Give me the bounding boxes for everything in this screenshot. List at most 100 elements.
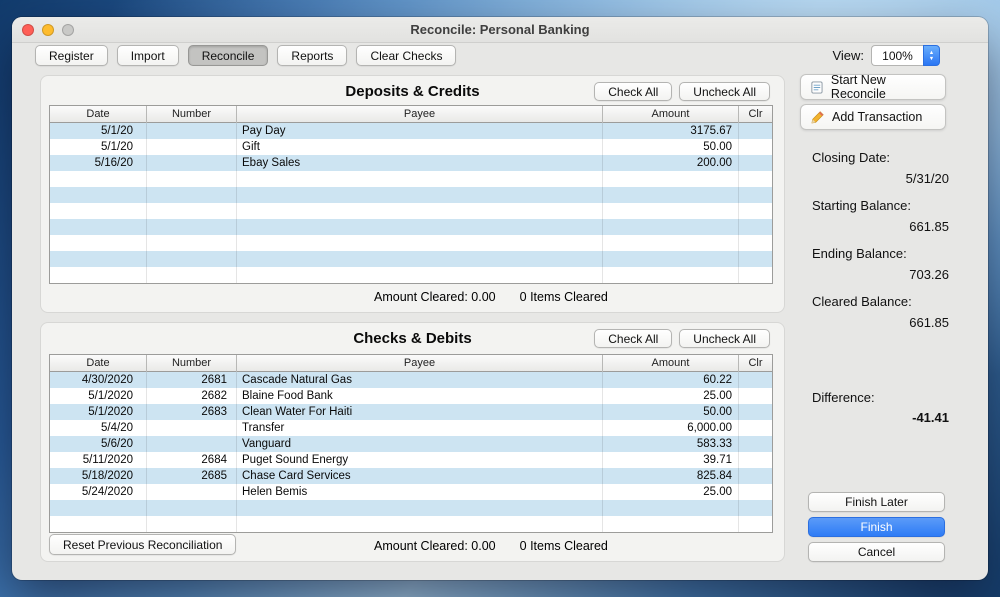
cell-payee: Chase Card Services xyxy=(237,468,603,484)
checks-check-all-button[interactable]: Check All xyxy=(594,329,672,348)
clr-checkbox-cell[interactable] xyxy=(739,484,772,500)
cell-date: 5/1/20 xyxy=(50,139,147,155)
deposits-table: DateNumberPayeeAmountClr 5/1/20Pay Day31… xyxy=(49,105,773,284)
cell-date xyxy=(50,219,147,235)
table-row[interactable]: 5/1/20202682Blaine Food Bank25.00 xyxy=(50,388,772,404)
finish-later-button[interactable]: Finish Later xyxy=(808,492,945,512)
cell-number xyxy=(147,123,237,139)
column-header[interactable]: Number xyxy=(147,106,237,123)
cancel-button[interactable]: Cancel xyxy=(808,542,945,562)
table-row[interactable] xyxy=(50,516,772,532)
table-row[interactable]: 5/1/20Pay Day3175.67 xyxy=(50,123,772,139)
table-row[interactable]: 5/24/2020Helen Bemis25.00 xyxy=(50,484,772,500)
cell-payee: Gift xyxy=(237,139,603,155)
title-bar[interactable]: Reconcile: Personal Banking xyxy=(12,17,988,43)
clr-checkbox-cell[interactable] xyxy=(739,251,772,267)
table-row[interactable] xyxy=(50,251,772,267)
cell-payee: Ebay Sales xyxy=(237,155,603,171)
closing-date-value: 5/31/20 xyxy=(812,171,949,186)
register-button[interactable]: Register xyxy=(35,45,108,66)
column-header[interactable]: Clr xyxy=(739,355,772,372)
cell-amount xyxy=(603,267,739,283)
cell-number xyxy=(147,235,237,251)
clr-checkbox-cell[interactable] xyxy=(739,267,772,283)
column-header[interactable]: Date xyxy=(50,355,147,372)
clr-checkbox-cell[interactable] xyxy=(739,452,772,468)
cell-date xyxy=(50,203,147,219)
deposits-check-all-button[interactable]: Check All xyxy=(594,82,672,101)
column-header[interactable]: Amount xyxy=(603,106,739,123)
checks-uncheck-all-button[interactable]: Uncheck All xyxy=(679,329,770,348)
reconcile-button[interactable]: Reconcile xyxy=(188,45,269,66)
clr-checkbox-cell[interactable] xyxy=(739,171,772,187)
clr-checkbox-cell[interactable] xyxy=(739,388,772,404)
clear-checks-button[interactable]: Clear Checks xyxy=(356,45,456,66)
cleared-balance-value: 661.85 xyxy=(812,315,949,330)
clr-checkbox-cell[interactable] xyxy=(739,500,772,516)
clr-checkbox-cell[interactable] xyxy=(739,139,772,155)
reports-button[interactable]: Reports xyxy=(277,45,347,66)
cell-payee xyxy=(237,251,603,267)
ledger-icon xyxy=(810,80,824,95)
clr-checkbox-cell[interactable] xyxy=(739,203,772,219)
cell-number xyxy=(147,484,237,500)
view-zoom-value[interactable]: 100% xyxy=(871,45,923,66)
column-header[interactable]: Clr xyxy=(739,106,772,123)
desktop: { "window": { "title": "Reconcile: Perso… xyxy=(0,0,1000,597)
deposits-table-header: DateNumberPayeeAmountClr xyxy=(50,106,772,123)
clr-checkbox-cell[interactable] xyxy=(739,155,772,171)
deposits-uncheck-all-button[interactable]: Uncheck All xyxy=(679,82,770,101)
clr-checkbox-cell[interactable] xyxy=(739,468,772,484)
ending-balance-label: Ending Balance: xyxy=(812,246,907,261)
cell-payee xyxy=(237,235,603,251)
clr-checkbox-cell[interactable] xyxy=(739,123,772,139)
column-header[interactable]: Number xyxy=(147,355,237,372)
clr-checkbox-cell[interactable] xyxy=(739,420,772,436)
clr-checkbox-cell[interactable] xyxy=(739,436,772,452)
finish-button[interactable]: Finish xyxy=(808,517,945,537)
cell-date: 4/30/2020 xyxy=(50,372,147,388)
amount-cleared-value: 0.00 xyxy=(471,290,495,304)
table-row[interactable] xyxy=(50,235,772,251)
import-button[interactable]: Import xyxy=(117,45,179,66)
table-row[interactable]: 5/4/20Transfer6,000.00 xyxy=(50,420,772,436)
column-header[interactable]: Payee xyxy=(237,106,603,123)
column-header[interactable]: Date xyxy=(50,106,147,123)
clr-checkbox-cell[interactable] xyxy=(739,404,772,420)
amount-cleared-value: 0.00 xyxy=(471,539,495,553)
table-row[interactable] xyxy=(50,171,772,187)
clr-checkbox-cell[interactable] xyxy=(739,219,772,235)
table-row[interactable] xyxy=(50,219,772,235)
cell-amount: 3175.67 xyxy=(603,123,739,139)
table-row[interactable]: 4/30/20202681Cascade Natural Gas60.22 xyxy=(50,372,772,388)
table-row[interactable] xyxy=(50,203,772,219)
cell-amount xyxy=(603,251,739,267)
table-row[interactable] xyxy=(50,267,772,283)
reset-previous-reconciliation-button[interactable]: Reset Previous Reconciliation xyxy=(49,534,236,555)
table-row[interactable]: 5/11/20202684Puget Sound Energy39.71 xyxy=(50,452,772,468)
add-transaction-button[interactable]: Add Transaction xyxy=(800,104,946,130)
column-header[interactable]: Amount xyxy=(603,355,739,372)
amount-cleared-label: Amount Cleared: xyxy=(374,539,468,553)
table-row[interactable]: 5/1/20202683Clean Water For Haiti50.00 xyxy=(50,404,772,420)
column-header[interactable]: Payee xyxy=(237,355,603,372)
table-row[interactable] xyxy=(50,187,772,203)
cell-number xyxy=(147,516,237,532)
starting-balance-value: 661.85 xyxy=(812,219,949,234)
pencil-icon xyxy=(810,110,825,125)
view-zoom-stepper[interactable]: ▲ ▼ xyxy=(923,45,940,66)
table-row[interactable]: 5/16/20Ebay Sales200.00 xyxy=(50,155,772,171)
clr-checkbox-cell[interactable] xyxy=(739,372,772,388)
table-row[interactable]: 5/1/20Gift50.00 xyxy=(50,139,772,155)
cell-number: 2683 xyxy=(147,404,237,420)
start-new-reconcile-button[interactable]: Start New Reconcile xyxy=(800,74,946,100)
table-row[interactable]: 5/18/20202685Chase Card Services825.84 xyxy=(50,468,772,484)
table-row[interactable] xyxy=(50,500,772,516)
clr-checkbox-cell[interactable] xyxy=(739,235,772,251)
clr-checkbox-cell[interactable] xyxy=(739,187,772,203)
clr-checkbox-cell[interactable] xyxy=(739,516,772,532)
cell-date xyxy=(50,187,147,203)
table-row[interactable]: 5/6/20Vanguard583.33 xyxy=(50,436,772,452)
cell-payee: Helen Bemis xyxy=(237,484,603,500)
cell-date: 5/1/2020 xyxy=(50,388,147,404)
